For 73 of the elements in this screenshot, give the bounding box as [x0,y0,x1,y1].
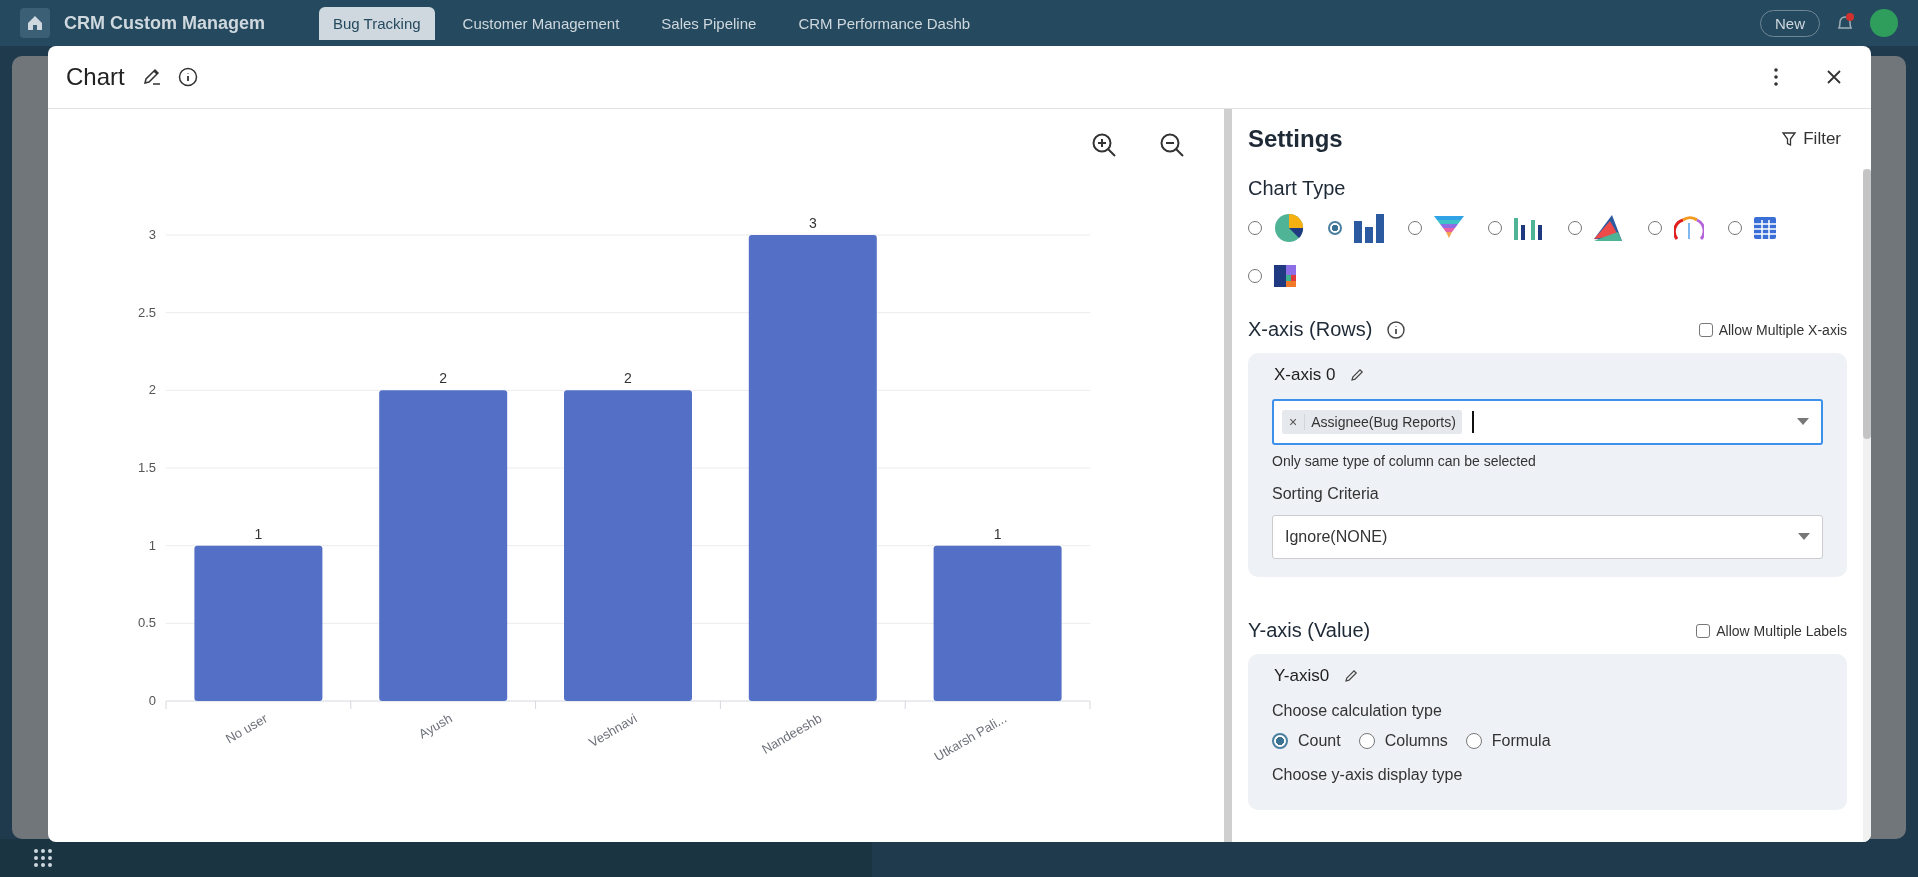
column-select[interactable]: × Assignee(Bug Reports) [1272,399,1823,445]
funnel-chart-icon [1434,216,1464,240]
radio-button[interactable] [1248,269,1262,283]
area-chart-icon [1594,215,1624,241]
radio-button[interactable] [1248,221,1262,235]
x-axis-label: No user [222,710,270,747]
pencil-icon[interactable] [1343,668,1360,684]
axis-name: Y-axis0 [1274,666,1330,686]
checkbox-label: Allow Multiple X-axis [1718,321,1847,338]
y-axis-label: 3 [148,227,156,242]
axis-name: X-axis 0 [1274,365,1336,385]
field-label: Sorting Criteria [1272,485,1380,503]
apps-grid-icon[interactable] [32,847,54,869]
grouped-bar-chart-icon [1514,216,1544,240]
y-axis-label: 0.5 [137,615,156,631]
info-icon[interactable] [1386,319,1407,340]
app-title: CRM Custom Managem [64,12,265,34]
remove-button[interactable]: × [1282,414,1306,430]
y-axis-label: 1.5 [137,460,156,475]
radio-label: Formula [1491,732,1551,750]
hint-text: Only same type of column can be selected [1272,453,1537,469]
radio-button[interactable] [1408,221,1422,235]
radio-button[interactable] [1465,733,1482,749]
radio-button[interactable] [1568,221,1582,235]
treemap-icon [1274,265,1296,287]
sorting-select[interactable]: Ignore(NONE) [1272,515,1823,559]
caret-icon [1797,418,1809,426]
section-title: Y-axis (Value) [1248,619,1371,642]
radio-button[interactable] [1358,733,1375,749]
scrollbar-thumb[interactable] [1863,169,1871,439]
app-tab[interactable]: Customer Management [448,6,634,40]
settings-title: Settings [1248,125,1343,153]
app-tab[interactable]: CRM Performance Dashb [784,6,985,40]
pie-chart-icon [1274,213,1304,243]
radio-button[interactable] [1272,733,1288,749]
app-tab[interactable]: Sales Pipeline [647,6,771,40]
info-icon[interactable] [176,66,199,88]
radio-button[interactable] [1328,221,1342,235]
y-axis-label: 2 [148,382,156,398]
radio-button[interactable] [1648,221,1662,235]
value-label: 1 [254,525,263,542]
chip-label: Assignee(Bug Reports) [1310,414,1457,430]
dialog-title: Chart [66,63,125,91]
radio-label: Count [1298,732,1341,750]
table-icon [1754,217,1776,239]
checkbox[interactable] [1698,322,1713,337]
filter-icon [1781,131,1798,147]
field-label: Choose calculation type [1272,702,1443,720]
section-title: X-axis (Rows) [1248,318,1373,341]
value-label: 2 [439,370,448,387]
section-label: Chart Type [1248,177,1347,200]
value-label: 3 [808,215,817,231]
gauge-chart-icon [1674,215,1704,241]
filter-button[interactable]: Filter [1775,128,1847,150]
zoom-in-icon[interactable] [1090,131,1118,159]
checkbox-label: Allow Multiple Labels [1716,622,1847,639]
caret-icon [1798,533,1810,541]
home-icon[interactable] [20,8,50,38]
field-label: Choose y-axis display type [1272,766,1464,784]
avatar[interactable] [1870,9,1898,37]
app-tab[interactable]: Bug Tracking [319,6,435,40]
value-label: 1 [993,525,1002,542]
radio-button[interactable] [1488,221,1502,235]
radio-button[interactable] [1728,221,1742,235]
bar-chart-icon [1354,213,1384,243]
value-label: 2 [624,370,632,387]
y-axis-label: 1 [148,537,156,553]
pencil-icon[interactable] [1349,367,1366,383]
checkbox[interactable] [1696,623,1711,638]
radio-label: Columns [1384,732,1448,750]
zoom-out-icon[interactable] [1158,131,1186,159]
y-axis-label: 0 [148,693,156,708]
y-axis-label: 2.5 [137,304,156,320]
